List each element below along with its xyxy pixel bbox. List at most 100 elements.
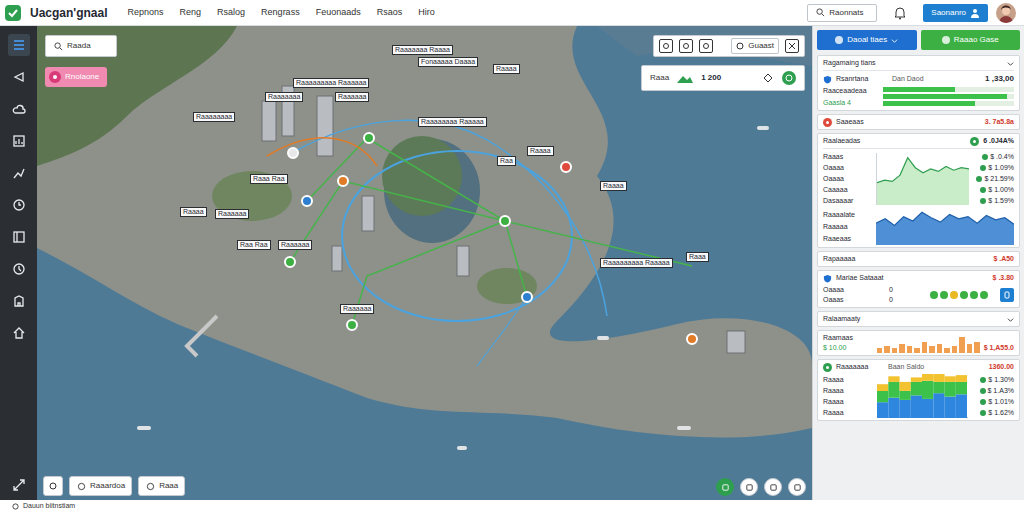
map-label[interactable]: Raaaaaaa Raaaa <box>392 45 453 55</box>
map-button[interactable]: Raaa <box>138 476 185 496</box>
rates-total: 6 .0J4A% <box>970 136 1014 146</box>
map-label[interactable]: Raa Raa <box>237 240 271 250</box>
map-label[interactable]: Fonaaaaa Daaaa <box>418 57 478 67</box>
layers-icon[interactable] <box>659 39 673 53</box>
map-search[interactable]: Raada <box>45 35 117 57</box>
panel-button[interactable]: Raaao Gase <box>921 30 1021 50</box>
map-label[interactable]: Raaaa <box>180 207 207 217</box>
map-label[interactable]: Raaaaaaaaa Raaaaaa <box>293 78 369 88</box>
map-pin[interactable] <box>521 291 533 303</box>
map-label[interactable]: Raaaa <box>600 181 627 191</box>
alert-row: Saaeaas3. 7a5.8a <box>823 117 1014 127</box>
map-label[interactable]: Raa <box>497 156 516 166</box>
land <box>37 26 812 437</box>
nav-item[interactable]: Rengrass <box>261 6 300 20</box>
nav-item[interactable]: Hiro <box>418 6 435 20</box>
map-label[interactable]: Raaaaaa <box>335 92 369 102</box>
map-label[interactable]: Raaaaaa <box>215 209 249 219</box>
zoom-icon[interactable] <box>716 478 734 496</box>
map-label[interactable]: Raaa Raa <box>250 174 288 184</box>
avatar-icon[interactable] <box>996 3 1016 23</box>
map-label[interactable]: Raaaa <box>527 146 554 156</box>
route-icon[interactable] <box>8 162 30 184</box>
share-icon[interactable] <box>8 66 30 88</box>
map-label[interactable]: Raaaa <box>493 64 520 74</box>
chevron-icon[interactable] <box>1007 316 1014 323</box>
tower <box>727 331 745 353</box>
info-icon <box>12 503 19 510</box>
clock-icon <box>736 42 744 50</box>
device-icon[interactable] <box>1000 288 1014 302</box>
bar-fill <box>883 94 1007 99</box>
revenue-bar <box>892 348 897 353</box>
status-dot <box>980 291 988 299</box>
nav-item[interactable]: Reng <box>180 6 202 20</box>
rate-value-row: $ .0.4% <box>982 151 1014 162</box>
map-pin[interactable] <box>686 333 698 345</box>
pin-icon[interactable] <box>679 39 693 53</box>
nav-item[interactable]: Rsaos <box>377 6 403 20</box>
compass-icon[interactable] <box>8 194 30 216</box>
header-button-label: Saonanro <box>931 7 966 19</box>
marine-row-name: Oaaas <box>823 295 844 305</box>
map-toolbar: Guaast <box>653 35 805 57</box>
map-pin[interactable] <box>499 215 511 227</box>
map-pin[interactable] <box>301 195 313 207</box>
search-label: Raonnats <box>829 7 863 19</box>
map-label[interactable]: Raaaaaaaa <box>193 112 235 122</box>
bookmark-icon[interactable] <box>699 39 713 53</box>
status-dot <box>950 291 958 299</box>
map-pin[interactable] <box>363 132 375 144</box>
diamond-icon[interactable] <box>762 72 774 84</box>
map-label[interactable]: Raaaaaaaaa Raaaaa <box>600 258 673 268</box>
map-tool[interactable]: Guaast <box>731 38 779 54</box>
status-dot <box>970 291 978 299</box>
alert-icon <box>823 118 832 127</box>
map-pin[interactable] <box>287 147 299 159</box>
map-label[interactable]: Raaaaaaaa Raaaaa <box>418 117 487 127</box>
card-title: Ragamaing tians <box>823 58 876 68</box>
map-pin[interactable] <box>560 161 572 173</box>
map-label[interactable]: Raaa <box>686 252 709 262</box>
map-pin[interactable] <box>284 256 296 268</box>
revenue-sub: $ 10.00 <box>823 343 873 353</box>
map-label[interactable]: Raaaaaa <box>340 304 374 314</box>
stack-bar <box>911 382 922 396</box>
stack-bar <box>888 398 899 418</box>
park <box>212 171 292 221</box>
tower <box>262 101 276 141</box>
panel-button[interactable]: Daoal tiaes <box>817 30 917 50</box>
camera-icon[interactable] <box>764 478 782 496</box>
map-label[interactable]: Raaaaaa <box>278 240 312 250</box>
map-pin[interactable] <box>337 175 349 187</box>
rates-body: RaaasOaaaaOaaaaCaaaaaDasaaaar$ .0.4%$ 1.… <box>823 151 1014 206</box>
locate-icon[interactable] <box>43 476 63 496</box>
close-icon[interactable] <box>785 39 799 53</box>
bell-icon[interactable] <box>893 6 907 20</box>
map-pin[interactable] <box>346 319 358 331</box>
chart-icon[interactable] <box>8 130 30 152</box>
cloud-icon[interactable] <box>8 98 30 120</box>
globe-icon[interactable] <box>782 71 796 85</box>
building-icon[interactable] <box>8 290 30 312</box>
clock-icon[interactable] <box>8 258 30 280</box>
nav-item[interactable]: Rsalog <box>217 6 245 20</box>
list-icon[interactable] <box>8 34 30 56</box>
layers-icon[interactable] <box>740 478 758 496</box>
search-box[interactable]: Raonnats <box>807 4 877 22</box>
map-label[interactable]: Raaaaaaa <box>265 92 303 102</box>
chevron-icon[interactable] <box>1007 60 1014 67</box>
stack-bar <box>945 397 956 418</box>
header-button[interactable]: Saonanro <box>923 4 988 22</box>
map-button[interactable]: Raaardoa <box>69 476 132 496</box>
settings-icon[interactable] <box>788 478 806 496</box>
expand-icon[interactable] <box>8 474 30 496</box>
revenue-value: $ 1,A55.0 <box>984 343 1014 353</box>
panel-icon[interactable] <box>8 226 30 248</box>
nav-item[interactable]: Feuonaads <box>316 6 361 20</box>
total-row: Rapaaaaa$ .A50 <box>823 254 1014 264</box>
home-icon[interactable] <box>8 322 30 344</box>
balance-name: Raaaaaaa <box>836 362 884 372</box>
nav-item[interactable]: Repnons <box>128 6 164 20</box>
map-chip[interactable]: Rnolaone <box>45 67 107 87</box>
